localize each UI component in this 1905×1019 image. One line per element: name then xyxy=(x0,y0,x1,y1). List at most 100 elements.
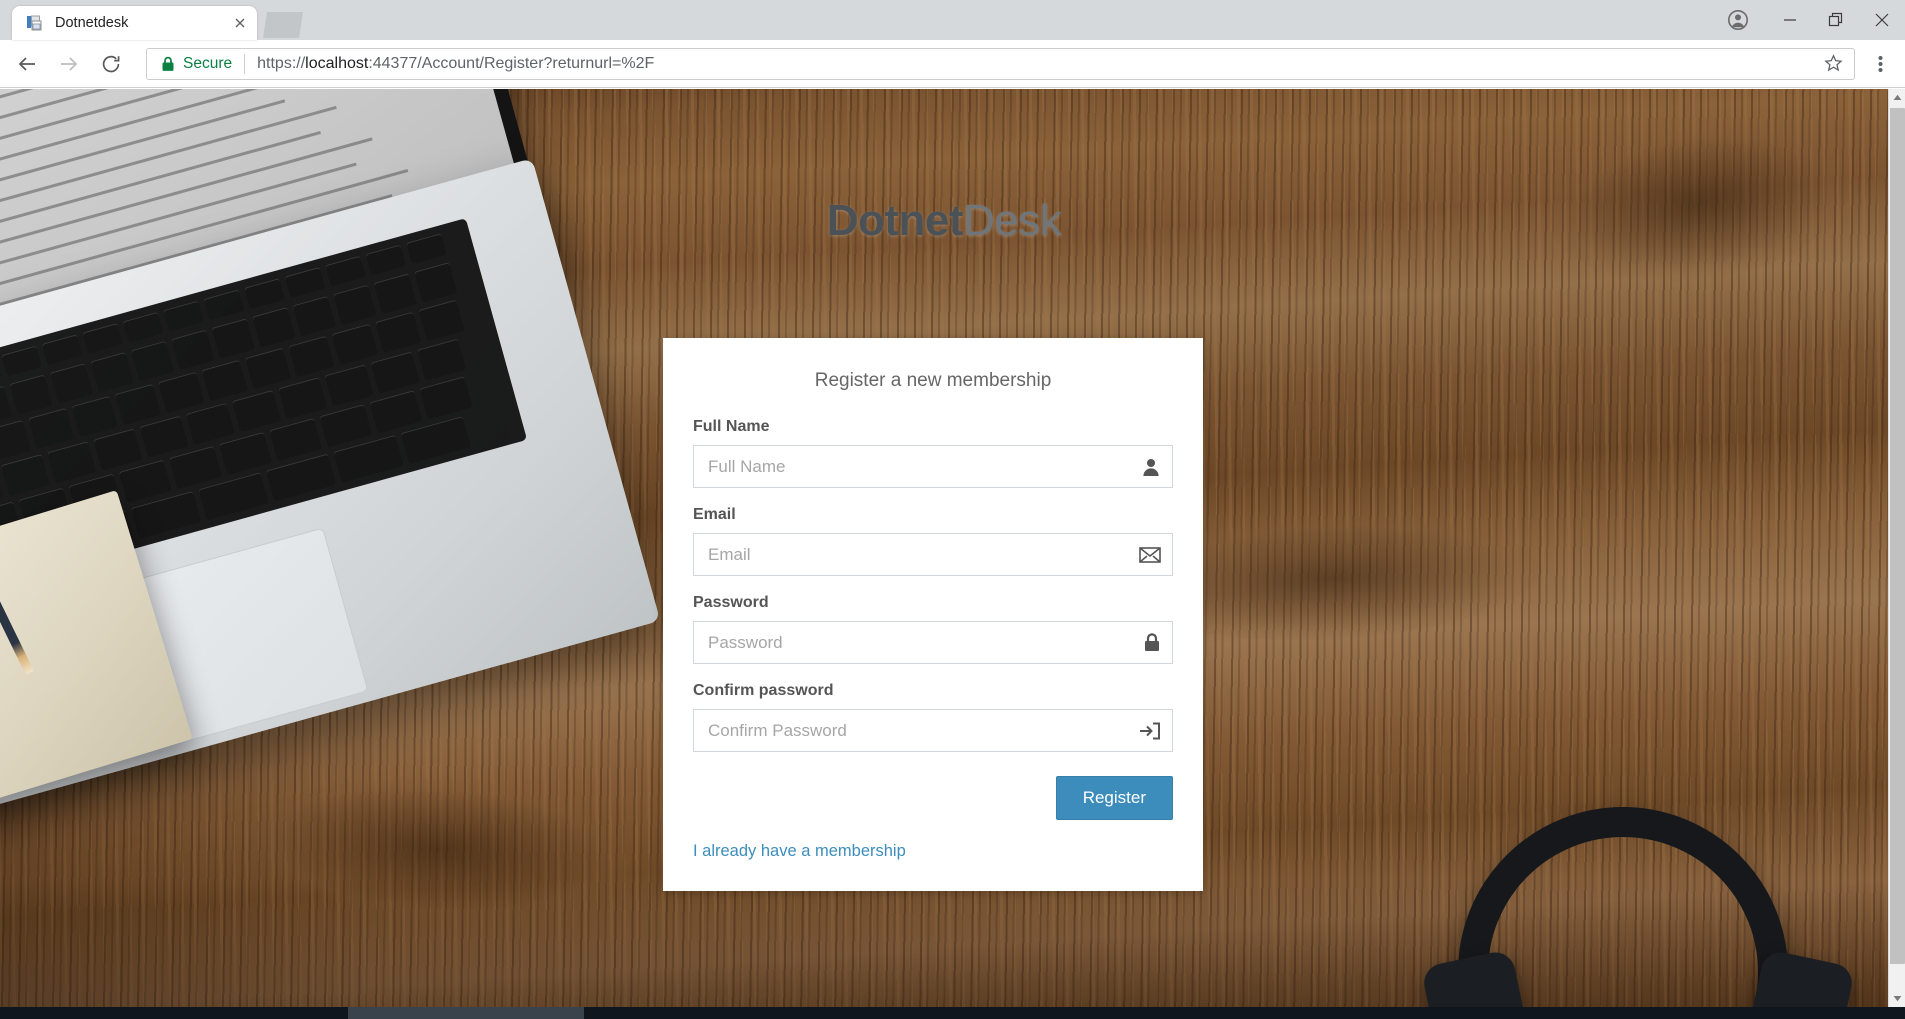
laptop-photo-illustration xyxy=(0,89,670,824)
laptop-key xyxy=(71,395,118,438)
laptop-key xyxy=(9,374,53,415)
field-password: Password xyxy=(693,594,1173,664)
account-avatar-icon[interactable] xyxy=(1709,0,1767,40)
logo-text-light: Desk xyxy=(963,196,1062,245)
laptop-key xyxy=(203,289,245,321)
confirm-password-input[interactable] xyxy=(693,709,1173,752)
laptop-key xyxy=(90,351,134,393)
star-icon[interactable] xyxy=(1818,49,1848,79)
laptop-key xyxy=(185,402,235,445)
page-scrollbar[interactable] xyxy=(1888,89,1905,1007)
taskbar-item[interactable] xyxy=(348,1007,584,1019)
laptop-key xyxy=(219,431,272,476)
laptop-key xyxy=(292,295,336,337)
full-name-input[interactable] xyxy=(693,445,1173,488)
laptop-key xyxy=(245,347,292,389)
field-full-name: Full Name xyxy=(693,418,1173,488)
laptop-key xyxy=(0,419,31,462)
browser-tab[interactable]: Dotnetdesk xyxy=(12,6,257,40)
label-full-name: Full Name xyxy=(693,418,770,435)
card-title: Register a new membership xyxy=(814,370,1052,391)
laptop-key xyxy=(171,329,215,371)
laptop-key xyxy=(252,307,296,348)
laptop-key xyxy=(28,407,75,450)
laptop-key xyxy=(269,418,323,462)
laptop-key xyxy=(118,459,172,503)
laptop-key xyxy=(419,376,473,420)
existing-membership-link[interactable]: I already have a membership xyxy=(693,842,906,861)
laptop-key xyxy=(333,284,377,326)
laptop-key xyxy=(139,415,189,458)
label-email: Email xyxy=(693,506,736,523)
laptop-key xyxy=(114,383,162,426)
laptop-key xyxy=(325,255,366,287)
tab-strip: Dotnetdesk xyxy=(0,0,1905,40)
laptop-key xyxy=(130,340,175,382)
close-window-icon[interactable] xyxy=(1859,0,1905,40)
laptop-key xyxy=(93,428,143,471)
laptop-key xyxy=(1,345,42,377)
tab-title: Dotnetdesk xyxy=(55,15,129,31)
email-input[interactable] xyxy=(693,533,1173,576)
laptop-key xyxy=(163,300,204,332)
secure-label: Secure xyxy=(183,54,233,72)
omnibox-divider xyxy=(244,53,246,74)
three-dot-menu-icon[interactable] xyxy=(1863,45,1897,83)
restore-window-icon[interactable] xyxy=(1813,0,1859,40)
laptop-key xyxy=(0,356,2,388)
password-input[interactable] xyxy=(693,621,1173,664)
laptop-key xyxy=(417,338,467,381)
laptop-key xyxy=(265,453,337,502)
field-confirm-password: Confirm password xyxy=(693,682,1173,752)
scrollbar-thumb[interactable] xyxy=(1890,108,1905,964)
lock-icon xyxy=(161,56,175,72)
laptop-key xyxy=(158,371,205,414)
card-actions: Register xyxy=(693,776,1173,820)
field-email: Email xyxy=(693,506,1173,576)
laptop-key xyxy=(82,323,123,354)
laptop-key xyxy=(244,278,285,310)
laptop-key xyxy=(375,311,422,353)
label-password: Password xyxy=(693,594,769,611)
laptop-key xyxy=(319,404,373,448)
register-button[interactable]: Register xyxy=(1055,776,1173,820)
laptop-key xyxy=(414,262,458,303)
laptop-key xyxy=(369,390,423,434)
laptop-key xyxy=(47,441,97,484)
laptop-key xyxy=(232,389,282,433)
laptop-key xyxy=(284,266,326,298)
address-bar[interactable]: Secure https://localhost:44377/Account/R… xyxy=(146,47,1855,80)
scroll-down-arrow-icon[interactable] xyxy=(1889,990,1905,1007)
laptop-key xyxy=(49,363,94,404)
register-card: Register a new membership Full Name Full… xyxy=(663,338,1203,891)
new-tab-icon[interactable] xyxy=(263,12,303,38)
window-controls xyxy=(1709,0,1905,40)
url-scheme: https:// xyxy=(257,54,306,72)
close-icon[interactable] xyxy=(231,14,249,32)
laptop-key xyxy=(168,445,222,489)
back-arrow-icon[interactable] xyxy=(8,45,46,83)
scroll-up-arrow-icon[interactable] xyxy=(1889,89,1905,106)
laptop-key xyxy=(331,323,378,365)
laptop-key xyxy=(370,351,420,394)
input-wrap-confirm-password xyxy=(693,709,1173,752)
reload-icon[interactable] xyxy=(92,45,130,83)
laptop-key xyxy=(41,334,83,366)
input-wrap-full-name xyxy=(693,445,1173,488)
laptop-key xyxy=(373,273,417,314)
laptop-key xyxy=(201,359,248,402)
laptop-key xyxy=(0,454,50,497)
label-confirm-password: Confirm password xyxy=(693,682,834,699)
laptop-key xyxy=(288,335,335,377)
browser-toolbar: Secure https://localhost:44377/Account/R… xyxy=(0,40,1905,88)
minimize-icon[interactable] xyxy=(1767,0,1813,40)
input-wrap-email xyxy=(693,533,1173,576)
headphones-prop xyxy=(1420,807,1856,1007)
laptop-key xyxy=(211,318,256,359)
forward-arrow-icon xyxy=(50,45,88,83)
app-logo: DotnetDesk xyxy=(0,196,1888,246)
url-host: localhost xyxy=(305,54,369,72)
url-path: :44377/Account/Register?returnurl=%2F xyxy=(368,54,655,72)
register-page: DotnetDesk Register a new membership Ful… xyxy=(0,89,1888,1007)
laptop-key xyxy=(122,311,164,343)
